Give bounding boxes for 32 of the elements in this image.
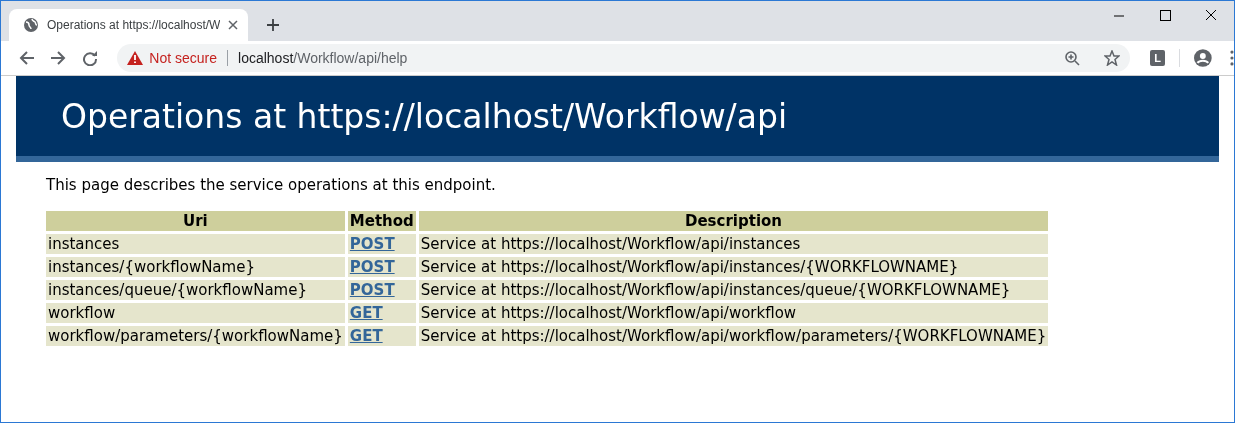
browser-tab[interactable]: Operations at https://localhost/W [9,9,249,41]
page-title: Operations at https://localhost/Workflow/api [61,96,788,136]
column-header: Method [347,211,416,231]
column-header: Description [418,211,1049,231]
uri-cell: workflow [46,303,345,323]
intro-text: This page describes the service operations at this endpoint. [46,176,497,194]
description-cell: Service at https://localhost/Workflow/api/workflow/parameters/{WORKFLOWNAME} [418,326,1049,346]
uri-cell: instances/{workflowName} [46,257,345,277]
uri-cell: workflow/parameters/{workflowName} [46,326,345,346]
security-label: Not secure [149,50,217,66]
menu-icon[interactable] [1230,50,1234,66]
reload-icon[interactable] [81,50,98,66]
column-header: Uri [46,211,345,231]
globe-icon[interactable] [23,17,39,33]
description-cell: Service at https://localhost/Workflow/api/instances/queue/{WORKFLOWNAME} [418,280,1049,300]
description-cell: Service at https://localhost/Workflow/api/workflow [418,303,1049,323]
tab-title: Operations at https://localhost/W [47,18,221,32]
uri-cell: instances/queue/{workflowName} [46,280,345,300]
zoom-icon[interactable] [1063,50,1080,66]
description-cell: Service at https://localhost/Workflow/api/instances [418,234,1049,254]
new-tab-icon[interactable] [266,18,281,32]
back-icon[interactable] [18,50,35,66]
forward-icon[interactable] [50,50,67,66]
description-cell: Service at https://localhost/Workflow/api/instances/{WORKFLOWNAME} [418,257,1049,277]
address-bar[interactable]: Not secure localhost/Workflow/api/help [117,44,1130,72]
profile-icon[interactable] [1194,49,1213,67]
extension-icon[interactable]: L [1149,50,1166,66]
close-icon[interactable] [228,20,239,30]
star-icon[interactable] [1103,50,1120,66]
warning-icon [127,51,144,65]
url-text: localhost/Workflow/api/help [238,50,408,66]
uri-cell: instances [46,234,345,254]
